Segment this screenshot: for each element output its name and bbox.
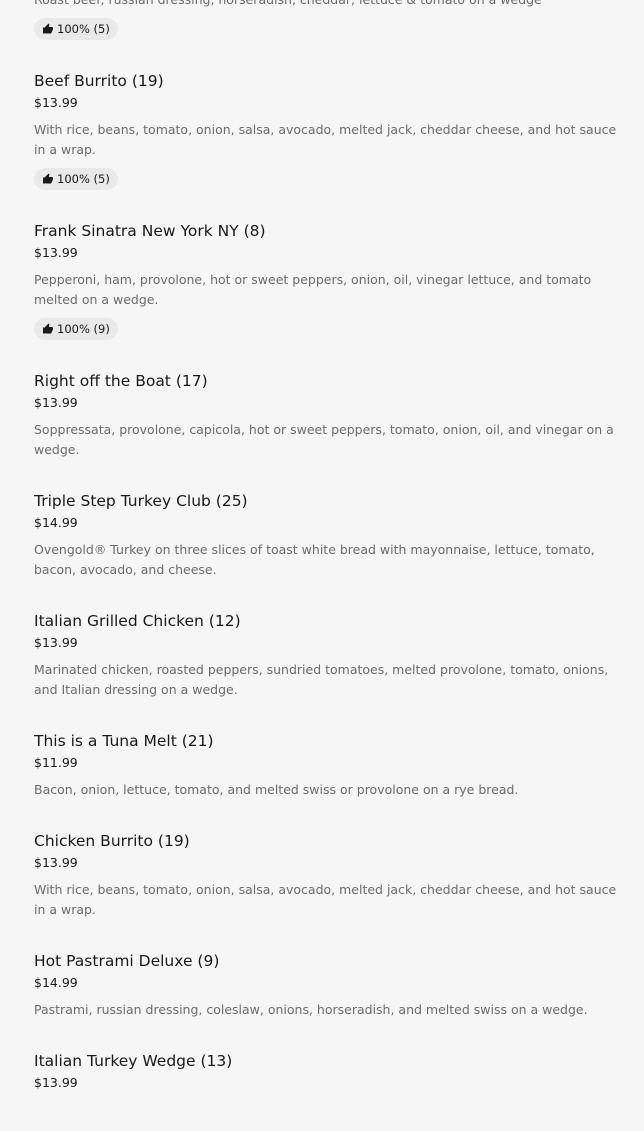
menu-item-name: Hot Pastrami Deluxe (9) (34, 952, 220, 970)
menu-item-description: Ovengold® Turkey on three slices of toas… (34, 542, 595, 577)
item-spacer (34, 920, 619, 951)
item-spacer (34, 460, 619, 491)
menu-item[interactable]: Frank Sinatra New York NY (8) $13.99 Peppe… (34, 221, 619, 340)
menu-item-price: $13.99 (34, 1075, 78, 1090)
menu-item[interactable]: This is a Tuna Melt (21) $11.99 Bacon, oni… (34, 731, 619, 800)
item-spacer (34, 40, 619, 71)
menu-item[interactable]: Italian Grilled Chicken (12) $13.99 Marina… (34, 611, 619, 700)
menu-item-name: Right off the Boat (17) (34, 372, 208, 390)
menu-item-description: Roast beef, russian dressing, horseradis… (34, 0, 619, 10)
menu-item-name: Italian Turkey Wedge (13) (34, 1052, 233, 1070)
item-spacer (34, 580, 619, 611)
menu-item-description: Pastrami, russian dressing, coleslaw, on… (34, 1002, 588, 1017)
menu-item-price: $13.99 (34, 395, 78, 410)
item-spacer (34, 1100, 619, 1131)
rating-text: 100% (9) (57, 322, 110, 336)
rating-badge: 100% (5) (34, 168, 118, 190)
menu-item[interactable]: Chicken Burrito (19) $13.99 With rice, bea… (34, 831, 619, 920)
menu-item-name: Triple Step Turkey Club (25) (34, 492, 248, 510)
item-spacer (34, 190, 619, 221)
menu-item-description: With rice, beans, tomato, onion, salsa, … (34, 122, 617, 157)
menu-item-description: Bacon, onion, lettuce, tomato, and melte… (34, 782, 519, 797)
menu-item-price: $14.99 (34, 975, 78, 990)
menu-item-price: $13.99 (34, 635, 78, 650)
menu-item-name: Beef Burrito (19) (34, 72, 164, 90)
menu-item[interactable]: Italian Turkey Wedge (13) $13.99 (34, 1051, 619, 1090)
menu-item-description: Pepperoni, ham, provolone, hot or sweet … (34, 272, 592, 307)
item-spacer (34, 800, 619, 831)
menu-item-description: With rice, beans, tomato, onion, salsa, … (34, 882, 617, 917)
menu-item[interactable]: Roast beef, russian dressing, horseradis… (34, 0, 619, 40)
thumbs-up-icon (42, 323, 57, 335)
menu-item[interactable]: Hot Pastrami Deluxe (9) $14.99 Pastrami, r… (34, 951, 619, 1020)
rating-badge: 100% (9) (34, 318, 118, 340)
thumbs-up-icon (42, 173, 57, 185)
rating-badge: 100% (5) (34, 18, 118, 40)
menu-item-name: Frank Sinatra New York NY (8) (34, 222, 266, 240)
menu-item-price: $11.99 (34, 755, 78, 770)
menu-item-price: $14.99 (34, 515, 78, 530)
menu-item-description: Soppressata, provolone, capicola, hot or… (34, 422, 614, 457)
menu-item-description: Marinated chicken, roasted peppers, sund… (34, 662, 609, 697)
menu-item-price: $13.99 (34, 245, 78, 260)
menu-item-name: This is a Tuna Melt (21) (34, 732, 214, 750)
item-spacer (34, 1020, 619, 1051)
item-spacer (34, 340, 619, 371)
menu-item[interactable]: Triple Step Turkey Club (25) $14.99 Ovengo… (34, 491, 619, 580)
item-spacer (34, 700, 619, 731)
thumbs-up-icon (42, 23, 57, 35)
menu-item-name: Italian Grilled Chicken (12) (34, 612, 241, 630)
menu-item[interactable]: Beef Burrito (19) $13.99 With rice, beans,… (34, 71, 619, 190)
menu-item-list: Roast beef, russian dressing, horseradis… (34, 0, 619, 1131)
menu-item-name: Chicken Burrito (19) (34, 832, 190, 850)
rating-text: 100% (5) (57, 172, 110, 186)
menu-item-price: $13.99 (34, 855, 78, 870)
rating-text: 100% (5) (57, 22, 110, 36)
menu-item[interactable]: Right off the Boat (17) $13.99 Soppressata… (34, 371, 619, 460)
menu-item-price: $13.99 (34, 95, 78, 110)
